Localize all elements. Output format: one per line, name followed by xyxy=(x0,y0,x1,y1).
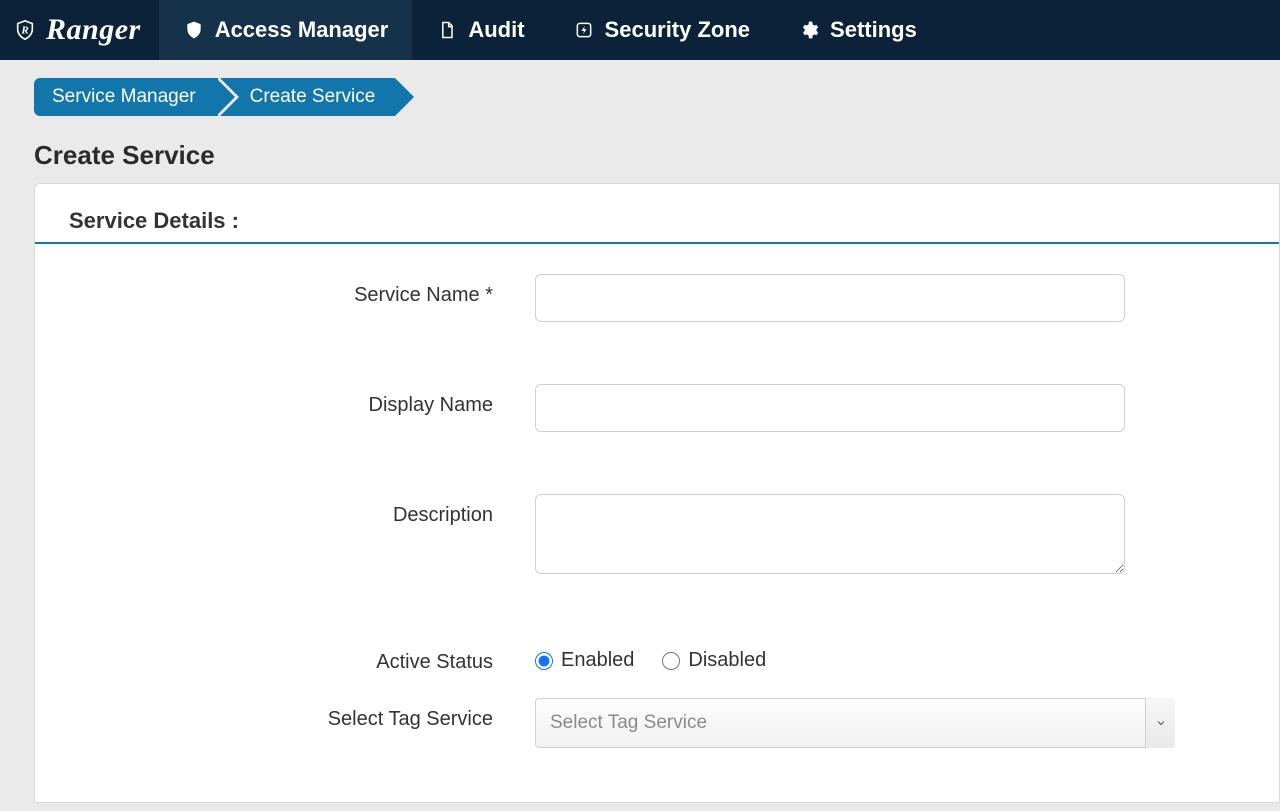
label-active-status: Active Status xyxy=(35,641,535,674)
svg-text:R: R xyxy=(20,25,28,37)
radio-enabled-input[interactable] xyxy=(535,652,553,670)
radio-label: Enabled xyxy=(561,649,634,672)
row-description: Description xyxy=(35,482,1279,591)
document-icon xyxy=(436,19,458,41)
bolt-badge-icon xyxy=(573,19,595,41)
shield-icon xyxy=(183,19,205,41)
nav-item-label: Security Zone xyxy=(605,17,750,43)
page-title: Create Service xyxy=(0,116,1280,183)
nav-audit[interactable]: Audit xyxy=(412,0,548,60)
display-name-input[interactable] xyxy=(535,384,1125,432)
nav-item-label: Access Manager xyxy=(215,17,389,43)
row-select-tag-service: Select Tag Service Select Tag Service xyxy=(35,686,1279,760)
select-tag-service-display[interactable]: Select Tag Service xyxy=(535,698,1175,748)
label-service-name: Service Name * xyxy=(35,274,535,307)
description-textarea[interactable] xyxy=(535,494,1125,574)
breadcrumb-service-manager[interactable]: Service Manager xyxy=(34,78,216,116)
row-display-name: Display Name xyxy=(35,372,1279,444)
brand-name: Ranger xyxy=(46,13,141,47)
radio-disabled-input[interactable] xyxy=(662,652,680,670)
breadcrumb: Service Manager Create Service xyxy=(0,60,1280,116)
breadcrumb-create-service[interactable]: Create Service xyxy=(216,78,396,116)
select-tag-service[interactable]: Select Tag Service xyxy=(535,698,1175,748)
section-title: Service Details : xyxy=(35,208,1279,244)
radio-disabled[interactable]: Disabled xyxy=(662,649,766,672)
row-service-name: Service Name * xyxy=(35,262,1279,334)
breadcrumb-label: Service Manager xyxy=(52,86,196,108)
nav-item-label: Audit xyxy=(468,17,524,43)
gear-icon xyxy=(798,19,820,41)
active-status-radios: Enabled Disabled xyxy=(535,641,1135,672)
nav-security-zone[interactable]: Security Zone xyxy=(549,0,774,60)
create-service-panel: Service Details : Service Name * Display… xyxy=(34,183,1280,803)
top-nav: R Ranger Access Manager Audit Security Z… xyxy=(0,0,1280,60)
nav-items: Access Manager Audit Security Zone Setti… xyxy=(159,0,941,60)
row-active-status: Active Status Enabled Disabled xyxy=(35,629,1279,686)
service-details-form: Service Name * Display Name Description … xyxy=(35,262,1279,760)
brand[interactable]: R Ranger xyxy=(0,0,159,60)
ranger-logo-icon: R xyxy=(14,19,36,41)
service-name-input[interactable] xyxy=(535,274,1125,322)
nav-settings[interactable]: Settings xyxy=(774,0,941,60)
radio-label: Disabled xyxy=(688,649,766,672)
label-display-name: Display Name xyxy=(35,384,535,417)
nav-access-manager[interactable]: Access Manager xyxy=(159,0,413,60)
label-select-tag-service: Select Tag Service xyxy=(35,698,535,731)
label-description: Description xyxy=(35,494,535,527)
breadcrumb-label: Create Service xyxy=(250,86,376,108)
chevron-down-icon[interactable] xyxy=(1145,698,1175,748)
select-placeholder: Select Tag Service xyxy=(550,712,707,734)
nav-item-label: Settings xyxy=(830,17,917,43)
radio-enabled[interactable]: Enabled xyxy=(535,649,634,672)
